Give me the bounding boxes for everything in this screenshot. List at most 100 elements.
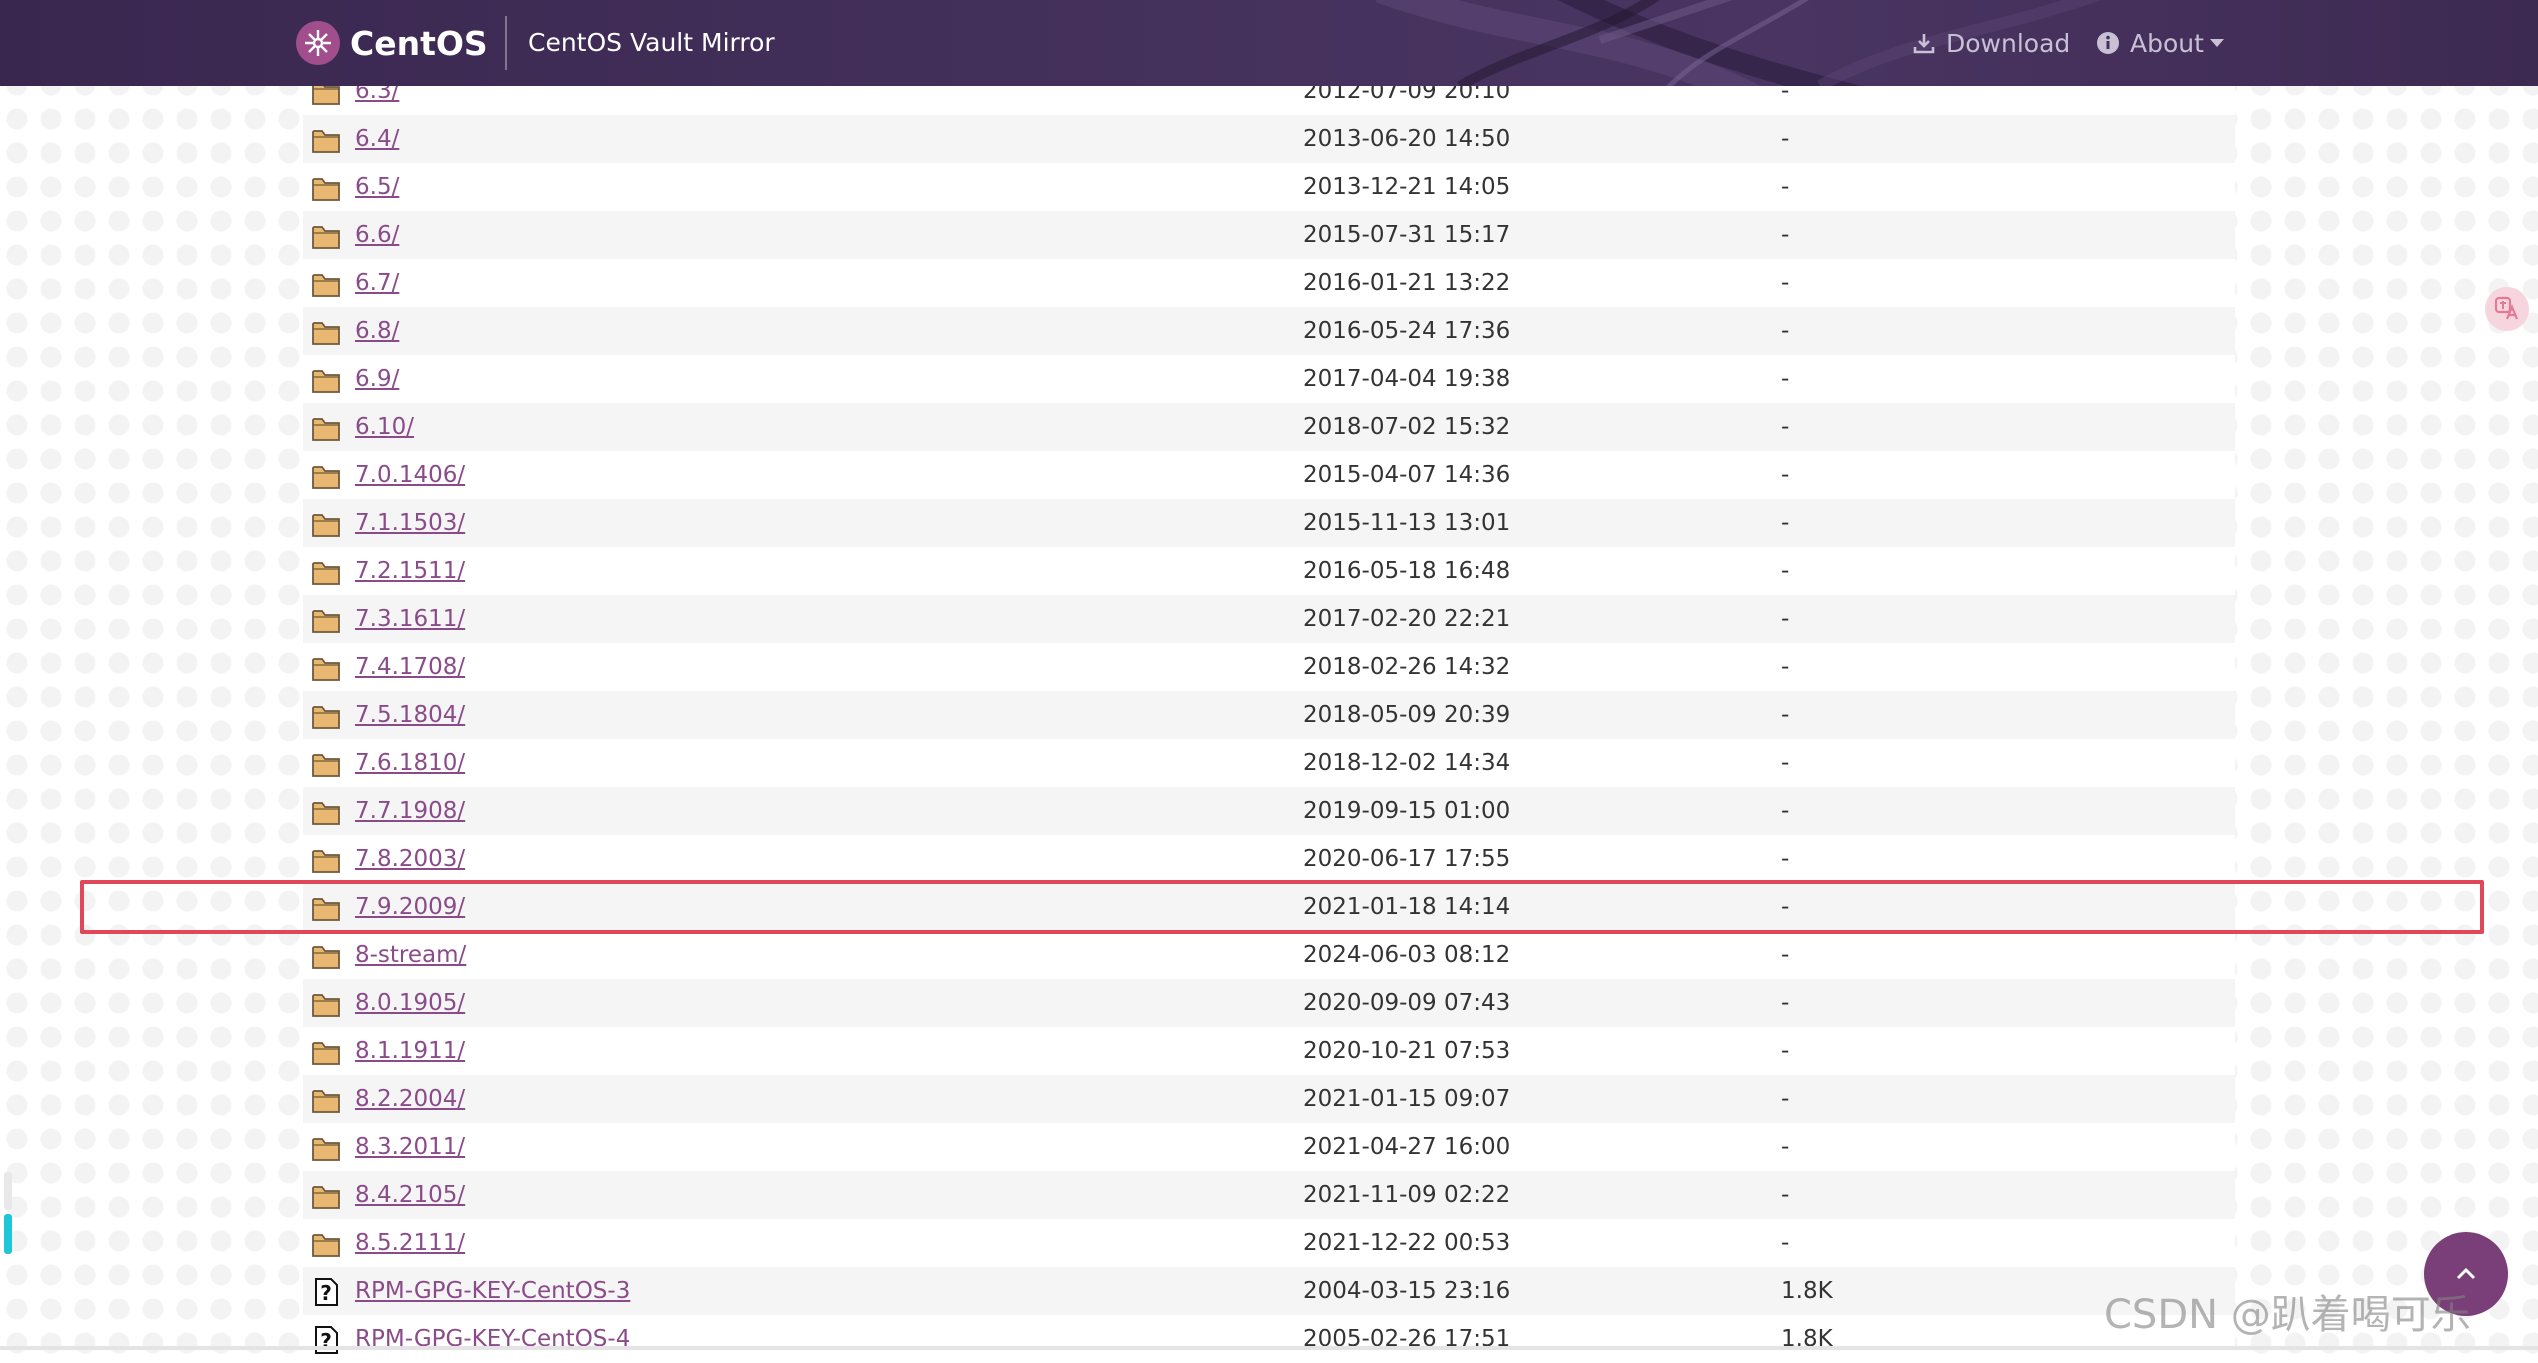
- folder-link[interactable]: 6.9/: [355, 355, 399, 403]
- last-modified: 2013-06-20 14:50: [1303, 126, 1511, 152]
- last-modified: 2017-02-20 22:21: [1303, 606, 1511, 632]
- file-size: -: [1781, 942, 1790, 968]
- folder-link[interactable]: 8.0.1905/: [355, 979, 465, 1027]
- last-modified: 2024-06-03 08:12: [1303, 942, 1511, 968]
- folder-link[interactable]: 7.8.2003/: [355, 835, 465, 883]
- last-modified: 2020-06-17 17:55: [1303, 846, 1511, 872]
- folder-link[interactable]: 7.5.1804/: [355, 691, 465, 739]
- directory-listing: 6.3/2012-07-09 20:10-6.4/2013-06-20 14:5…: [303, 67, 2235, 1363]
- file-size: -: [1781, 702, 1790, 728]
- unknown-file-icon: ?: [311, 1325, 341, 1355]
- folder-icon: [311, 845, 341, 875]
- folder-link[interactable]: 8.2.2004/: [355, 1075, 465, 1123]
- table-row: 8-stream/2024-06-03 08:12 -: [303, 931, 2235, 979]
- nav-about-dropdown[interactable]: About: [2096, 24, 2224, 62]
- table-row: 6.7/2016-01-21 13:22 -: [303, 259, 2235, 307]
- folder-link[interactable]: 7.9.2009/: [355, 883, 465, 931]
- folder-link[interactable]: 7.0.1406/: [355, 451, 465, 499]
- file-link[interactable]: RPM-GPG-KEY-CentOS-4: [355, 1315, 630, 1363]
- folder-link[interactable]: 8.3.2011/: [355, 1123, 465, 1171]
- file-size: -: [1781, 894, 1790, 920]
- file-size: -: [1781, 1182, 1790, 1208]
- table-row: 8.3.2011/2021-04-27 16:00 -: [303, 1123, 2235, 1171]
- folder-icon: [311, 653, 341, 683]
- table-row: 7.9.2009/2021-01-18 14:14 -: [303, 883, 2235, 931]
- last-modified: 2017-04-04 19:38: [1303, 366, 1511, 392]
- nav-about-label: About: [2130, 28, 2204, 58]
- table-row: 7.1.1503/2015-11-13 13:01 -: [303, 499, 2235, 547]
- folder-link[interactable]: 8.1.1911/: [355, 1027, 465, 1075]
- folder-link[interactable]: 8.4.2105/: [355, 1171, 465, 1219]
- last-modified: 2016-05-24 17:36: [1303, 318, 1511, 344]
- folder-link[interactable]: 6.7/: [355, 259, 399, 307]
- folder-link[interactable]: 6.8/: [355, 307, 399, 355]
- table-row: 7.4.1708/2018-02-26 14:32 -: [303, 643, 2235, 691]
- brand-home-link[interactable]: CentOS: [296, 20, 488, 66]
- table-row: 6.5/2013-12-21 14:05 -: [303, 163, 2235, 211]
- last-modified: 2021-12-22 00:53: [1303, 1230, 1511, 1256]
- file-size: -: [1781, 318, 1790, 344]
- brand-divider: [505, 16, 507, 70]
- file-link[interactable]: RPM-GPG-KEY-CentOS-3: [355, 1267, 630, 1315]
- info-icon: [2097, 32, 2119, 54]
- folder-icon: [311, 941, 341, 971]
- last-modified: 2021-11-09 02:22: [1303, 1182, 1511, 1208]
- folder-icon: [311, 1133, 341, 1163]
- table-row: 6.10/2018-07-02 15:32 -: [303, 403, 2235, 451]
- folder-icon: [311, 125, 341, 155]
- table-row: 8.0.1905/2020-09-09 07:43 -: [303, 979, 2235, 1027]
- folder-link[interactable]: 7.2.1511/: [355, 547, 465, 595]
- folder-link[interactable]: 6.6/: [355, 211, 399, 259]
- folder-icon: [311, 269, 341, 299]
- last-modified: 2013-12-21 14:05: [1303, 174, 1511, 200]
- folder-icon: [311, 749, 341, 779]
- table-row: 7.8.2003/2020-06-17 17:55 -: [303, 835, 2235, 883]
- table-row: 6.6/2015-07-31 15:17 -: [303, 211, 2235, 259]
- folder-link[interactable]: 7.6.1810/: [355, 739, 465, 787]
- folder-link[interactable]: 8.5.2111/: [355, 1219, 465, 1267]
- file-size: -: [1781, 558, 1790, 584]
- folder-icon: [311, 797, 341, 827]
- file-size: -: [1781, 270, 1790, 296]
- centos-logo-icon: [296, 21, 340, 65]
- table-row: 7.3.1611/2017-02-20 22:21 -: [303, 595, 2235, 643]
- folder-link[interactable]: 8-stream/: [355, 931, 466, 979]
- folder-icon: [311, 317, 341, 347]
- folder-icon: [311, 557, 341, 587]
- download-icon: [1913, 34, 1935, 54]
- file-size: 1.8K: [1781, 1278, 1833, 1304]
- folder-link[interactable]: 6.4/: [355, 115, 399, 163]
- folder-icon: [311, 989, 341, 1019]
- table-row: 8.2.2004/2021-01-15 09:07 -: [303, 1075, 2235, 1123]
- file-size: -: [1781, 1086, 1790, 1112]
- table-row: 7.7.1908/2019-09-15 01:00 -: [303, 787, 2235, 835]
- scroll-indicator: [4, 1214, 12, 1254]
- folder-link[interactable]: 7.3.1611/: [355, 595, 465, 643]
- last-modified: 2020-10-21 07:53: [1303, 1038, 1511, 1064]
- translate-button[interactable]: [2485, 287, 2529, 331]
- table-row: 7.5.1804/2018-05-09 20:39 -: [303, 691, 2235, 739]
- folder-link[interactable]: 7.1.1503/: [355, 499, 465, 547]
- folder-link[interactable]: 6.10/: [355, 403, 414, 451]
- last-modified: 2016-01-21 13:22: [1303, 270, 1511, 296]
- brand-name: CentOS: [350, 23, 488, 63]
- file-size: -: [1781, 606, 1790, 632]
- file-size: -: [1781, 990, 1790, 1016]
- folder-link[interactable]: 7.4.1708/: [355, 643, 465, 691]
- folder-icon: [311, 413, 341, 443]
- bottom-edge: [0, 1346, 2538, 1350]
- file-size: -: [1781, 798, 1790, 824]
- file-size: -: [1781, 654, 1790, 680]
- folder-icon: [311, 1085, 341, 1115]
- folder-icon: [311, 365, 341, 395]
- table-row: 8.5.2111/2021-12-22 00:53 -: [303, 1219, 2235, 1267]
- last-modified: 2015-07-31 15:17: [1303, 222, 1511, 248]
- folder-link[interactable]: 6.5/: [355, 163, 399, 211]
- file-size: -: [1781, 846, 1790, 872]
- folder-icon: [311, 893, 341, 923]
- table-row: 6.8/2016-05-24 17:36 -: [303, 307, 2235, 355]
- chevron-down-icon: [2209, 39, 2224, 47]
- nav-download-link[interactable]: Download: [1912, 24, 2070, 62]
- folder-link[interactable]: 7.7.1908/: [355, 787, 465, 835]
- top-navbar: CentOS CentOS Vault Mirror Download Abou…: [0, 0, 2538, 86]
